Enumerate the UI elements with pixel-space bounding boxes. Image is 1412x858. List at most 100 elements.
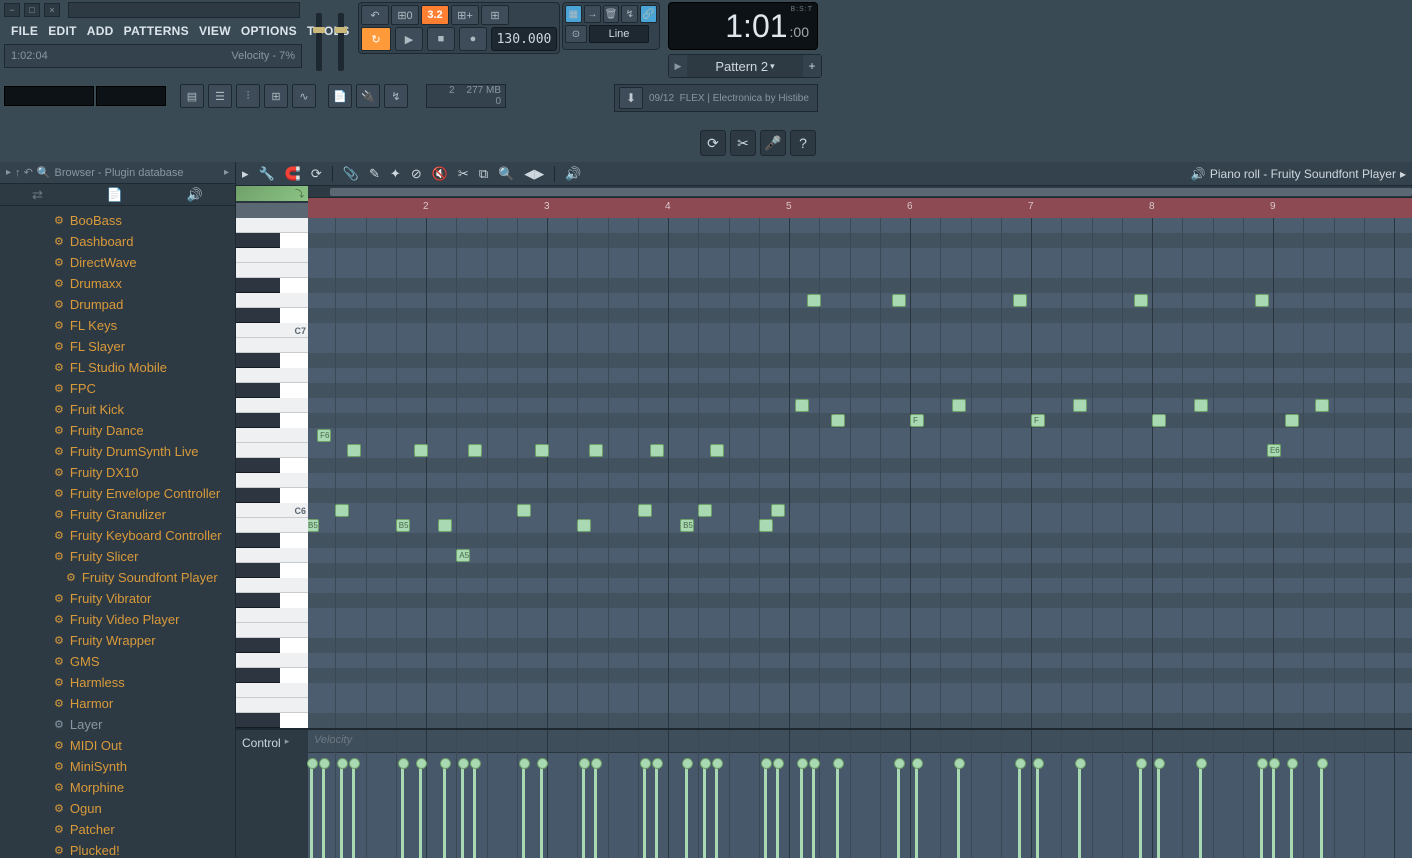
pr-tool-13[interactable]: ◀▶ (524, 166, 544, 182)
browser-item[interactable]: ⚙Fruity Wrapper (54, 630, 235, 651)
browser-item[interactable]: ⚙FL Slayer (54, 336, 235, 357)
browser-tool-2[interactable]: 🔊 (187, 187, 203, 203)
win-minimize[interactable]: − (4, 3, 20, 17)
velocity-bar[interactable] (1320, 762, 1323, 858)
browser-item[interactable]: ⚙FL Studio Mobile (54, 357, 235, 378)
midi-note[interactable] (638, 504, 652, 517)
velocity-bar[interactable] (352, 762, 355, 858)
velocity-bar[interactable] (461, 762, 464, 858)
piano-keys[interactable]: C7C6 (236, 218, 308, 728)
browser-item[interactable]: ⚙Fruity Soundfont Player (54, 567, 235, 588)
midi-note[interactable]: B5 (680, 519, 694, 532)
velocity-bar[interactable] (310, 762, 313, 858)
browser-item[interactable]: ⚙Fruity Granulizer (54, 504, 235, 525)
pr-tool-1[interactable]: 🔧 (259, 166, 275, 182)
pr-tool-11[interactable]: ⧉ (479, 166, 488, 182)
menu-add[interactable]: ADD (82, 24, 119, 38)
pr-tool-0[interactable]: ▸ (242, 166, 249, 182)
browser-item[interactable]: ⚙FPC (54, 378, 235, 399)
velocity-bar[interactable] (800, 762, 803, 858)
velocity-bar[interactable] (419, 762, 422, 858)
transport-btn-0[interactable]: ↶ (361, 5, 389, 25)
pr-tool-15[interactable]: 🔊 (565, 166, 581, 182)
timeline-ruler[interactable]: 23456789 (308, 198, 1412, 218)
browser-item[interactable]: ⚙Fruity Vibrator (54, 588, 235, 609)
midi-note[interactable] (771, 504, 785, 517)
velocity-bar[interactable] (594, 762, 597, 858)
browser-tool-0[interactable]: ⇄ (32, 187, 43, 203)
midi-note[interactable] (1315, 399, 1329, 412)
midi-note[interactable] (952, 399, 966, 412)
velocity-bar[interactable] (1199, 762, 1202, 858)
midi-note[interactable] (1255, 294, 1269, 307)
menu-edit[interactable]: EDIT (43, 24, 82, 38)
browser-item[interactable]: ⚙Morphine (54, 777, 235, 798)
velocity-bar[interactable] (897, 762, 900, 858)
velocity-editor[interactable]: Velocity (308, 730, 1412, 858)
tool3-0[interactable]: ⟳ (700, 130, 726, 156)
midi-note[interactable] (1013, 294, 1027, 307)
play-button[interactable]: ▶ (395, 27, 423, 51)
stop-button[interactable]: ■ (427, 27, 455, 51)
browser-item[interactable]: ⚙GMS (54, 651, 235, 672)
browser-item[interactable]: ⚙Patcher (54, 819, 235, 840)
velocity-bar[interactable] (764, 762, 767, 858)
velocity-bar[interactable] (715, 762, 718, 858)
browser-item[interactable]: ⚙Layer (54, 714, 235, 735)
velocity-bar[interactable] (1260, 762, 1263, 858)
snap-btn-2[interactable]: 🗑 (603, 5, 620, 23)
menu-file[interactable]: FILE (6, 24, 43, 38)
tool3-2[interactable]: 🎤 (760, 130, 786, 156)
midi-note[interactable] (650, 444, 664, 457)
pr-tool-9[interactable]: 🔇 (432, 166, 448, 182)
snap-btn-1[interactable]: → (584, 5, 601, 23)
midi-note[interactable]: A5 (456, 549, 470, 562)
midi-note[interactable]: B5 (396, 519, 410, 532)
loop-button[interactable]: ↻ (361, 27, 391, 51)
velocity-bar[interactable] (522, 762, 525, 858)
velocity-bar[interactable] (812, 762, 815, 858)
news-panel[interactable]: ⬇ 09/12 FLEX | Electronica by Histibe (614, 84, 818, 112)
velocity-bar[interactable] (643, 762, 646, 858)
midi-note[interactable]: B5 (308, 519, 319, 532)
note-grid[interactable]: B5F6B5A5B5FFE6 (308, 218, 1412, 728)
midi-note[interactable] (831, 414, 845, 427)
transport-btn-4[interactable]: ⊞ (481, 5, 509, 25)
browser-item[interactable]: ⚙Fruit Kick (54, 399, 235, 420)
pr-tool-6[interactable]: ✎ (369, 166, 380, 182)
render-icon[interactable]: ↯ (384, 84, 408, 108)
win-maximize[interactable]: □ (24, 3, 40, 17)
midi-note[interactable] (710, 444, 724, 457)
midi-note[interactable] (1194, 399, 1208, 412)
pattern-add[interactable]: + (803, 55, 821, 77)
browser-item[interactable]: ⚙Plucked! (54, 840, 235, 858)
velocity-bar[interactable] (1157, 762, 1160, 858)
browser-item[interactable]: ⚙Dashboard (54, 231, 235, 252)
browser-item[interactable]: ⚙MiniSynth (54, 756, 235, 777)
win-close[interactable]: × (44, 3, 60, 17)
browser-item[interactable]: ⚙Fruity Slicer (54, 546, 235, 567)
midi-note[interactable] (438, 519, 452, 532)
snap2-btn-0[interactable]: ↯ (621, 5, 638, 23)
menu-options[interactable]: OPTIONS (236, 24, 302, 38)
pr-tool-5[interactable]: 📎 (343, 166, 359, 182)
pr-tool-7[interactable]: ✦ (390, 166, 401, 182)
midi-note[interactable] (347, 444, 361, 457)
corner-play[interactable]: ⤵ (236, 186, 308, 202)
velocity-bar[interactable] (340, 762, 343, 858)
velocity-bar[interactable] (1018, 762, 1021, 858)
midi-note[interactable] (335, 504, 349, 517)
pr-tool-10[interactable]: ✂ (458, 166, 469, 182)
master-faders[interactable] (310, 4, 352, 76)
midi-note[interactable] (577, 519, 591, 532)
snap-mode-select[interactable]: Line (589, 25, 649, 43)
snap-magnet-icon[interactable]: ⊙ (565, 25, 587, 43)
browser-item[interactable]: ⚙Fruity Video Player (54, 609, 235, 630)
tool3-1[interactable]: ✂ (730, 130, 756, 156)
midi-note[interactable] (414, 444, 428, 457)
view-playlist-icon[interactable]: ▤ (180, 84, 204, 108)
view-mixer2-icon[interactable]: ∿ (292, 84, 316, 108)
pattern-play[interactable]: ▶ (669, 55, 687, 77)
browser-item[interactable]: ⚙Fruity Dance (54, 420, 235, 441)
undo-icon[interactable]: 📄 (328, 84, 352, 108)
